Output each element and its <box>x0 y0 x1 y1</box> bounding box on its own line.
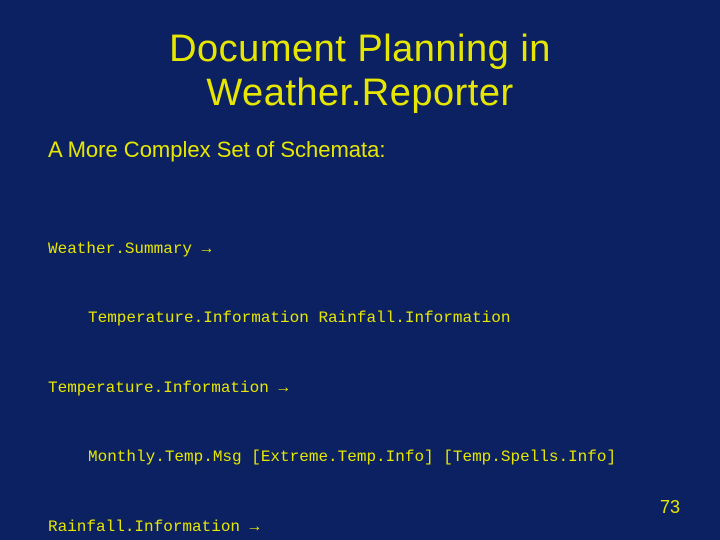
rule-body: Temperature.Information Rainfall.Informa… <box>88 307 672 330</box>
page-number: 73 <box>660 497 680 518</box>
rule-head: Rainfall.Information → <box>48 516 672 539</box>
slide-title: Document Planning in Weather.Reporter <box>48 28 672 115</box>
rule-body: Monthly.Temp.Msg [Extreme.Temp.Info] [Te… <box>88 446 672 469</box>
slide-subtitle: A More Complex Set of Schemata: <box>48 137 672 163</box>
slide: Document Planning in Weather.Reporter A … <box>0 0 720 540</box>
rule-head: Temperature.Information → <box>48 377 672 400</box>
rule-head: Weather.Summary → <box>48 238 672 261</box>
schemata-block: Weather.Summary → Temperature.Informatio… <box>48 191 672 540</box>
